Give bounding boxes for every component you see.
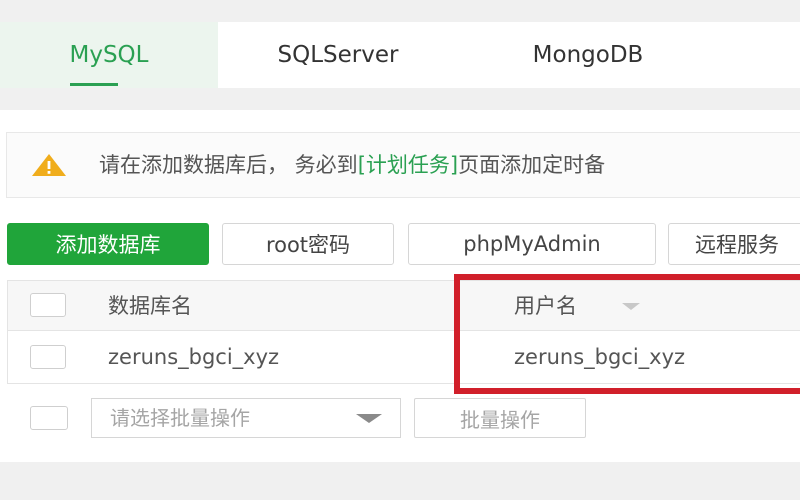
column-header-name: 数据库名 — [108, 294, 192, 318]
batch-operation-select[interactable]: 请选择批量操作 — [91, 398, 401, 438]
tab-sqlserver[interactable]: SQLServer — [218, 22, 458, 88]
backup-alert: 请在添加数据库后， 务必到[计划任务]页面添加定时备 — [6, 132, 800, 198]
batch-operation-button[interactable]: 批量操作 — [414, 398, 586, 438]
chevron-down-icon — [356, 414, 382, 423]
batch-operation-placeholder: 请选择批量操作 — [110, 406, 250, 430]
warning-icon — [32, 154, 66, 176]
column-header-user[interactable]: 用户名 — [514, 281, 577, 331]
database-user-cell: zeruns_bgci_xyz — [514, 345, 686, 369]
row-checkbox[interactable] — [30, 345, 66, 369]
database-table: 数据库名 用户名 zeruns_bgci_xyz zeruns_bgci_xyz — [7, 280, 800, 384]
database-type-tabs: MySQL SQLServer MongoDB — [0, 22, 800, 88]
add-database-button[interactable]: 添加数据库 — [7, 223, 209, 265]
footer-select-all-checkbox[interactable] — [30, 406, 68, 430]
alert-text-before: 请在添加数据库后， 务必到 — [99, 153, 358, 177]
tab-mysql[interactable]: MySQL — [0, 22, 218, 88]
phpmyadmin-button[interactable]: phpMyAdmin — [408, 223, 656, 265]
alert-text-after: 页面添加定时备 — [458, 153, 606, 177]
alert-text: 请在添加数据库后， 务必到[计划任务]页面添加定时备 — [99, 133, 605, 197]
root-password-button[interactable]: root密码 — [222, 223, 394, 265]
remote-service-button[interactable]: 远程服务 — [668, 223, 800, 265]
table-row: zeruns_bgci_xyz zeruns_bgci_xyz — [8, 331, 800, 383]
database-name-cell: zeruns_bgci_xyz — [108, 345, 280, 369]
table-header: 数据库名 用户名 — [8, 281, 800, 331]
sort-icon[interactable] — [622, 303, 640, 310]
cron-task-link[interactable]: [计划任务] — [358, 153, 458, 177]
tab-mongodb[interactable]: MongoDB — [458, 22, 718, 88]
select-all-checkbox[interactable] — [30, 293, 66, 317]
